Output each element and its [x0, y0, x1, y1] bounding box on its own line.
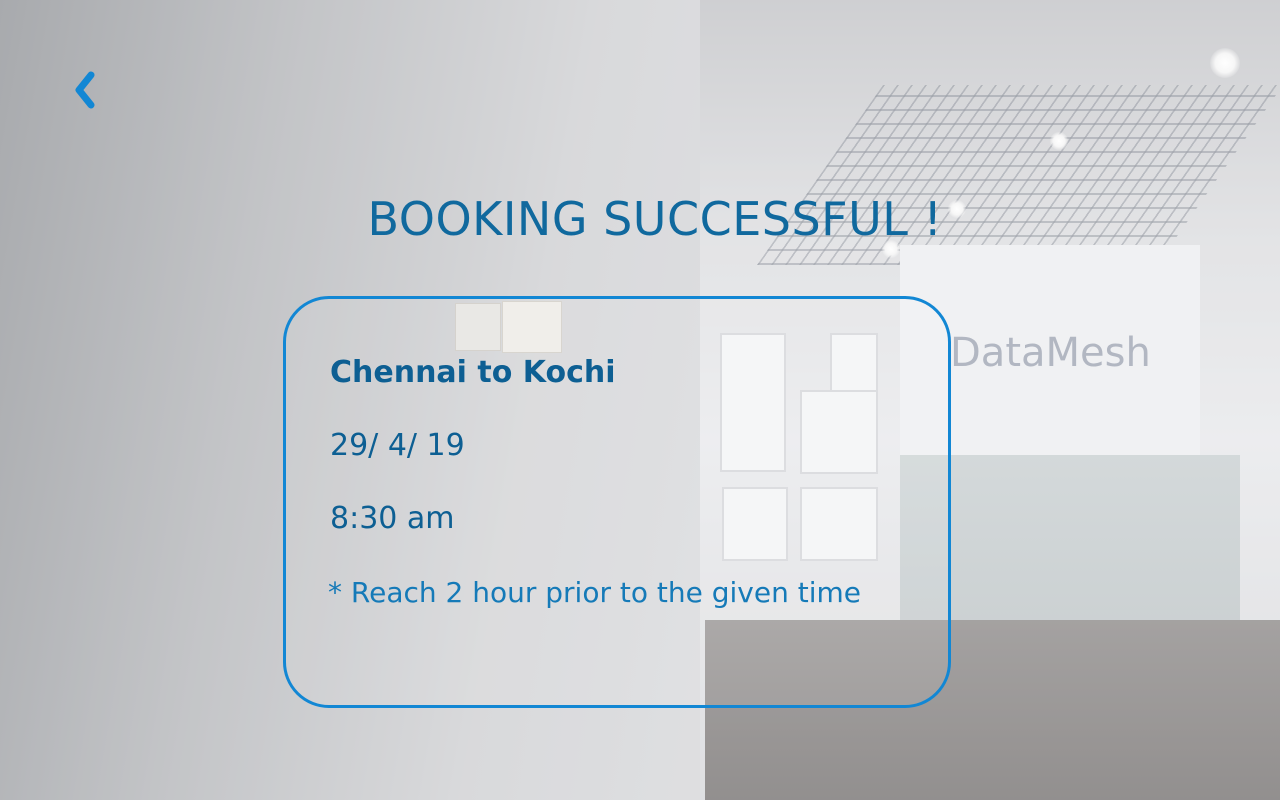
- chevron-left-icon: [75, 71, 95, 109]
- booking-date: 29/ 4/ 19: [330, 428, 465, 463]
- back-button[interactable]: [62, 66, 106, 114]
- booking-note: * Reach 2 hour prior to the given time: [328, 576, 861, 609]
- booking-time: 8:30 am: [330, 501, 455, 536]
- booking-route: Chennai to Kochi: [330, 355, 616, 390]
- page-title: BOOKING SUCCESSFUL !: [367, 192, 943, 246]
